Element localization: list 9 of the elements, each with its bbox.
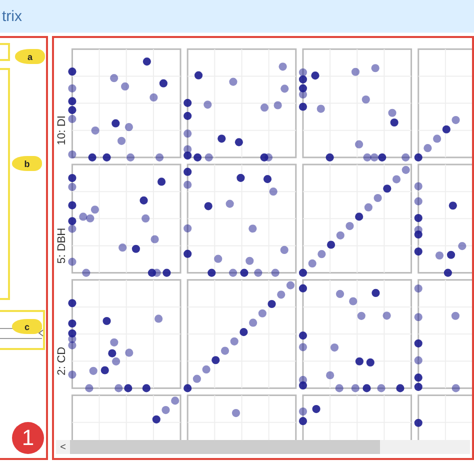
- callout-tag: c: [12, 319, 42, 334]
- window-title: trix: [2, 8, 22, 24]
- axis-label: 5: DBH: [56, 228, 68, 264]
- callout-tag: a: [15, 49, 45, 64]
- number-badge: 1: [12, 422, 44, 454]
- callout-tag: b: [12, 156, 42, 171]
- axis-label: 2: CD: [56, 346, 68, 376]
- axis-label: 10: DI: [56, 116, 68, 146]
- horizontal-scrollbar[interactable]: <: [56, 440, 470, 454]
